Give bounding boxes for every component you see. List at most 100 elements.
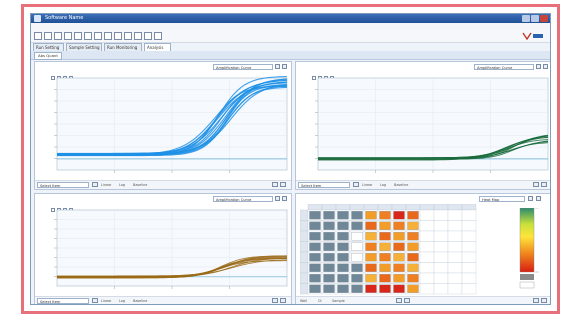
panel-settings-icon[interactable] [536, 64, 541, 69]
plate-column-header[interactable] [377, 204, 393, 211]
plate-well[interactable] [447, 209, 463, 221]
plate-row-header[interactable] [300, 220, 309, 232]
option-baseline[interactable]: Baseline [394, 182, 408, 188]
panel-expand-icon[interactable] [536, 196, 541, 201]
plate-row-header[interactable] [300, 230, 309, 242]
close-button[interactable] [540, 15, 548, 22]
tab-run-monitoring[interactable]: Run Monitoring [104, 43, 142, 51]
curve-type-select[interactable]: Amplification Curve [213, 196, 273, 202]
plate-row-header[interactable] [300, 283, 309, 295]
plate-well[interactable] [461, 251, 477, 263]
curve-type-select[interactable]: Amplification Curve [474, 64, 534, 70]
plate-row-header[interactable] [300, 262, 309, 274]
plate-well[interactable] [433, 230, 449, 242]
plate-well[interactable] [461, 283, 477, 295]
plate-column-header[interactable] [363, 204, 379, 211]
plate-well[interactable] [419, 230, 435, 242]
export-icon[interactable] [533, 182, 539, 187]
new-icon[interactable] [34, 32, 42, 40]
print-icon[interactable] [541, 182, 547, 187]
filter-icon[interactable] [353, 182, 359, 187]
run-icon[interactable] [104, 32, 112, 40]
plate-column-header[interactable] [405, 204, 421, 211]
option-linear[interactable]: Linear [101, 298, 112, 304]
panel-settings-icon[interactable] [528, 196, 533, 201]
tab-sample-setting[interactable]: Sample Setting [66, 43, 102, 51]
plate-grid[interactable] [300, 204, 478, 296]
plate-well[interactable] [419, 262, 435, 274]
save-icon[interactable] [54, 32, 62, 40]
tab-analysis[interactable]: Analysis [144, 43, 171, 51]
export-icon[interactable] [74, 32, 82, 40]
plate-well[interactable] [447, 283, 463, 295]
plate-row-header[interactable] [300, 272, 309, 284]
plate-well[interactable] [433, 241, 449, 253]
option-well[interactable]: Well [300, 298, 307, 304]
option-linear[interactable]: Linear [362, 182, 373, 188]
print-icon[interactable] [541, 298, 547, 303]
item-select[interactable]: Select Item [37, 298, 89, 304]
plate-well[interactable] [419, 272, 435, 284]
plate-well[interactable] [433, 220, 449, 232]
plate-well[interactable] [419, 220, 435, 232]
plate-column-header[interactable] [321, 204, 337, 211]
plate-well[interactable] [461, 230, 477, 242]
panel-expand-icon[interactable] [282, 196, 287, 201]
tab-run-setting[interactable]: Run Setting [33, 43, 64, 51]
chart-icon[interactable] [124, 32, 132, 40]
option-baseline[interactable]: Baseline [133, 182, 147, 188]
settings-icon[interactable] [94, 32, 102, 40]
plate-column-header[interactable] [349, 204, 365, 211]
stop-icon[interactable] [114, 32, 122, 40]
plate-well[interactable] [447, 241, 463, 253]
plate-well[interactable] [447, 251, 463, 263]
option-baseline[interactable]: Baseline [133, 298, 147, 304]
zoom-icon[interactable] [396, 298, 402, 303]
option-log[interactable]: Log [380, 182, 386, 188]
filter-icon[interactable] [92, 182, 98, 187]
plate-column-header[interactable] [419, 204, 435, 211]
plate-row-header[interactable] [300, 241, 309, 253]
panel-expand-icon[interactable] [282, 64, 287, 69]
report-icon[interactable] [144, 32, 152, 40]
panel-settings-icon[interactable] [275, 64, 280, 69]
title-bar[interactable]: Software Name [31, 14, 550, 23]
export-icon[interactable] [272, 182, 278, 187]
maximize-button[interactable] [531, 15, 539, 22]
option-sample[interactable]: Sample [332, 298, 345, 304]
item-select[interactable]: Select Item [298, 182, 350, 188]
plate-column-header[interactable] [391, 204, 407, 211]
export-icon[interactable] [533, 298, 539, 303]
plate-well[interactable] [419, 241, 435, 253]
plate-well[interactable] [461, 220, 477, 232]
item-select[interactable]: Select Item [37, 182, 89, 188]
plate-well[interactable] [433, 209, 449, 221]
panel-settings-icon[interactable] [275, 196, 280, 201]
plate-column-header[interactable] [335, 204, 351, 211]
import-icon[interactable] [84, 32, 92, 40]
plate-well[interactable] [461, 272, 477, 284]
plate-well[interactable] [461, 262, 477, 274]
plate-well[interactable] [419, 251, 435, 263]
print-icon[interactable] [280, 298, 286, 303]
plate-well[interactable] [461, 241, 477, 253]
plate-row-header[interactable] [300, 209, 309, 221]
plate-well[interactable] [447, 230, 463, 242]
curve-type-select[interactable]: Amplification Curve [213, 64, 273, 70]
plate-view-select[interactable]: Heat Map [479, 196, 525, 202]
plate-well[interactable] [433, 272, 449, 284]
plate-well[interactable] [433, 251, 449, 263]
plate-well[interactable] [433, 262, 449, 274]
plate-column-header[interactable] [461, 204, 477, 211]
plate-well[interactable] [433, 283, 449, 295]
plate-well[interactable] [419, 283, 435, 295]
print-icon[interactable] [280, 182, 286, 187]
minimize-button[interactable] [522, 15, 530, 22]
option-ct[interactable]: Ct [318, 298, 322, 304]
option-linear[interactable]: Linear [101, 182, 112, 188]
plate-well[interactable] [447, 262, 463, 274]
plate-well[interactable] [419, 209, 435, 221]
filter-icon[interactable] [92, 298, 98, 303]
subtab-abs-quant[interactable]: Abs Quant [34, 52, 62, 60]
plate-row-header[interactable] [300, 251, 309, 263]
